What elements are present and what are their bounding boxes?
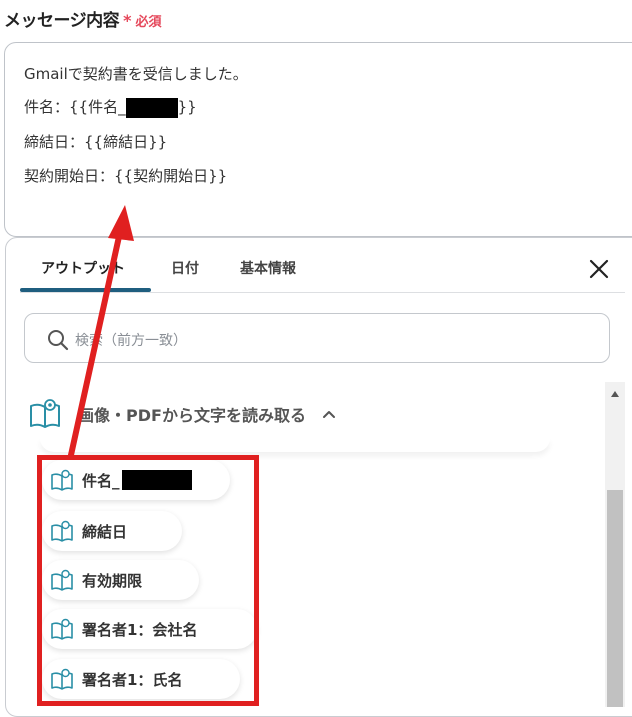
message-line-2-prefix: 件名：{{件名_ [24, 98, 126, 116]
redaction-block [125, 97, 178, 118]
scrollbar-thumb[interactable] [607, 490, 623, 707]
close-icon [589, 259, 609, 279]
group-header-shadow [40, 438, 550, 452]
group-header[interactable]: 画像・PDFから文字を読み取る [28, 397, 336, 431]
message-line-1: Gmailで契約書を受信しました。 [24, 65, 248, 83]
search-placeholder: 検索（前方一致） [75, 333, 187, 349]
message-line-3: 締結日：{{締結日}} [24, 133, 168, 151]
close-button[interactable] [588, 258, 610, 280]
search-input[interactable]: 検索（前方一致） [24, 313, 610, 363]
message-line-4: 契約開始日：{{契約開始日}} [24, 167, 228, 185]
required-badge: 必須 [135, 15, 162, 30]
search-icon [48, 330, 69, 351]
field-label-text: メッセージ内容 [4, 11, 120, 31]
tab-output[interactable]: アウトプット [41, 258, 125, 278]
tab-divider [20, 292, 625, 293]
field-label: メッセージ内容 * 必須 [4, 6, 162, 31]
annotation-highlight-box [37, 455, 259, 706]
message-textarea[interactable]: Gmailで契約書を受信しました。 件名：{{件名_}} 締結日：{{締結日}}… [4, 42, 632, 237]
tab-basic-info[interactable]: 基本情報 [240, 258, 296, 278]
tab-date[interactable]: 日付 [171, 258, 199, 278]
group-title: 画像・PDFから文字を読み取る [78, 406, 306, 425]
open-book-icon [30, 399, 60, 428]
message-line-2-suffix: }} [177, 98, 197, 116]
scroll-up-arrow-icon[interactable] [610, 390, 620, 398]
required-asterisk: * [123, 11, 132, 30]
message-line-2: 件名：{{件名_}} [24, 96, 197, 118]
chevron-up-icon[interactable] [322, 407, 336, 421]
